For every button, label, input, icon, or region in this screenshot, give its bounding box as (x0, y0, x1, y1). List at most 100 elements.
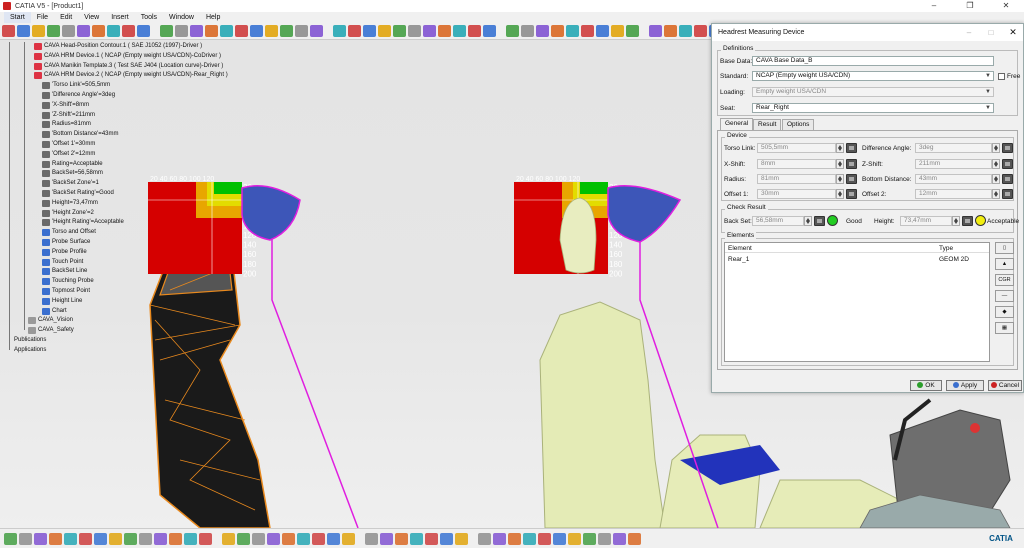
tree-node[interactable]: Height=73,47mm (42, 199, 98, 208)
tree-node[interactable]: Probe Surface (42, 238, 90, 247)
open-folder-icon[interactable]: ▲ (995, 258, 1014, 270)
view-tool-icon[interactable] (139, 532, 152, 545)
free-checkbox[interactable] (998, 73, 1005, 80)
toolbar-tool-icon[interactable] (310, 25, 323, 37)
eraser-icon[interactable]: ◆ (995, 306, 1014, 318)
view-tool-icon[interactable] (425, 532, 438, 545)
toolbar-tool-icon[interactable] (137, 25, 150, 37)
tree-node[interactable]: Chart (42, 307, 67, 316)
view-tool-icon[interactable] (628, 532, 641, 545)
view-tool-icon[interactable] (538, 532, 551, 545)
cgr-button[interactable]: CGR (995, 274, 1014, 286)
remove-element-icon[interactable]: — (995, 290, 1014, 302)
tree-node[interactable]: 'BackSet Rating'=Good (42, 189, 114, 198)
toolbar-tool-icon[interactable] (626, 25, 639, 37)
apply-button[interactable]: Apply (946, 380, 984, 391)
cancel-button[interactable]: Cancel (988, 380, 1022, 391)
toolbar-tool-icon[interactable] (122, 25, 135, 37)
toolbar-tool-icon[interactable] (521, 25, 534, 37)
z-shift-field[interactable]: 211mm (915, 159, 992, 169)
view-tool-icon[interactable] (410, 532, 423, 545)
radius-spinner[interactable] (836, 174, 844, 184)
torso-link-field[interactable]: 505,5mm (757, 143, 836, 153)
tree-node[interactable]: 'Torso Link'=505,5mm (42, 81, 110, 90)
view-tool-icon[interactable] (282, 532, 295, 545)
view-tool-icon[interactable] (478, 532, 491, 545)
z-shift-formula-icon[interactable] (1002, 159, 1013, 169)
x-shift-spinner[interactable] (836, 159, 844, 169)
menu-start[interactable]: Start (4, 12, 31, 23)
view-tool-icon[interactable] (493, 532, 506, 545)
view-tool-icon[interactable] (64, 532, 77, 545)
view-tool-icon[interactable] (342, 532, 355, 545)
toolbar-tool-icon[interactable] (220, 25, 233, 37)
tab-general[interactable]: General (720, 118, 754, 130)
toolbar-tool-icon[interactable] (551, 25, 564, 37)
tree-node[interactable]: CAVA HRM Device.1 ( NCAP (Empty weight U… (34, 52, 221, 61)
tree-node[interactable]: 'X-Shift'=8mm (42, 101, 89, 110)
toolbar-tool-icon[interactable] (378, 25, 391, 37)
tree-node[interactable]: CAVA HRM Device.2 ( NCAP (Empty weight U… (34, 71, 228, 80)
toolbar-tool-icon[interactable] (32, 25, 45, 37)
tree-node[interactable]: CAVA Head-Position Contour.1 ( SAE J1052… (34, 42, 202, 51)
tree-node[interactable]: Radius=81mm (42, 120, 91, 129)
view-tool-icon[interactable] (4, 532, 17, 545)
tree-node[interactable]: 'Height Zone'=2 (42, 209, 94, 218)
close-icon[interactable]: ✕ (988, 0, 1024, 12)
toolbar-tool-icon[interactable] (581, 25, 594, 37)
menu-window[interactable]: Window (163, 12, 200, 23)
x-shift-field[interactable]: 8mm (757, 159, 836, 169)
view-tool-icon[interactable] (237, 532, 250, 545)
tree-node[interactable]: 'Difference Angle'=3deg (42, 91, 115, 100)
difference-angle-field[interactable]: 3deg (915, 143, 992, 153)
view-tool-icon[interactable] (222, 532, 235, 545)
offset1-field[interactable]: 30mm (757, 189, 836, 199)
bottom-distance-formula-icon[interactable] (1002, 174, 1013, 184)
toolbar-tool-icon[interactable] (506, 25, 519, 37)
torso-link-formula-icon[interactable] (846, 143, 857, 153)
toolbar-tool-icon[interactable] (536, 25, 549, 37)
menu-file[interactable]: File (31, 12, 54, 23)
toolbar-tool-icon[interactable] (190, 25, 203, 37)
tree-node[interactable]: Rating=Acceptable (42, 160, 103, 169)
view-tool-icon[interactable] (297, 532, 310, 545)
standard-select[interactable]: NCAP (Empty weight USA/CDN) ▼ (752, 71, 994, 81)
view-tool-icon[interactable] (365, 532, 378, 545)
dialog-close-icon[interactable]: ✕ (1003, 24, 1023, 41)
view-tool-icon[interactable] (568, 532, 581, 545)
backset-field[interactable]: 56,58mm (752, 216, 804, 226)
offset2-field[interactable]: 12mm (915, 189, 992, 199)
view-tool-icon[interactable] (169, 532, 182, 545)
ok-button[interactable]: OK (910, 380, 942, 391)
tree-node[interactable]: 'Offset 2'=12mm (42, 150, 95, 159)
view-tool-icon[interactable] (395, 532, 408, 545)
view-tool-icon[interactable] (252, 532, 265, 545)
bottom-distance-field[interactable]: 43mm (915, 174, 992, 184)
toolbar-tool-icon[interactable] (408, 25, 421, 37)
menu-tools[interactable]: Tools (135, 12, 163, 23)
add-element-icon[interactable]: ▯ (995, 242, 1014, 254)
base-data-field[interactable]: CAVA Base Data_B (752, 56, 994, 66)
seat-select[interactable]: Rear_Right ▼ (752, 103, 994, 113)
offset1-formula-icon[interactable] (846, 189, 857, 199)
minimize-icon[interactable]: – (916, 0, 952, 12)
view-tool-icon[interactable] (327, 532, 340, 545)
tree-node[interactable]: 'BackSet Zone'=1 (42, 179, 99, 188)
toolbar-tool-icon[interactable] (17, 25, 30, 37)
view-tool-icon[interactable] (49, 532, 62, 545)
view-tool-icon[interactable] (455, 532, 468, 545)
restore-icon[interactable]: ❐ (952, 0, 988, 12)
toolbar-tool-icon[interactable] (62, 25, 75, 37)
x-shift-formula-icon[interactable] (846, 159, 857, 169)
toolbar-tool-icon[interactable] (393, 25, 406, 37)
toolbar-tool-icon[interactable] (679, 25, 692, 37)
tree-node[interactable]: 'Height Rating'=Acceptable (42, 218, 124, 227)
col-element-header[interactable]: Element (728, 245, 752, 252)
toolbar-tool-icon[interactable] (453, 25, 466, 37)
toolbar-tool-icon[interactable] (664, 25, 677, 37)
tree-node[interactable]: CAVA_Vision (28, 316, 73, 325)
view-tool-icon[interactable] (583, 532, 596, 545)
menu-view[interactable]: View (78, 12, 105, 23)
tree-node[interactable]: Probe Profile (42, 248, 87, 257)
toolbar-tool-icon[interactable] (92, 25, 105, 37)
